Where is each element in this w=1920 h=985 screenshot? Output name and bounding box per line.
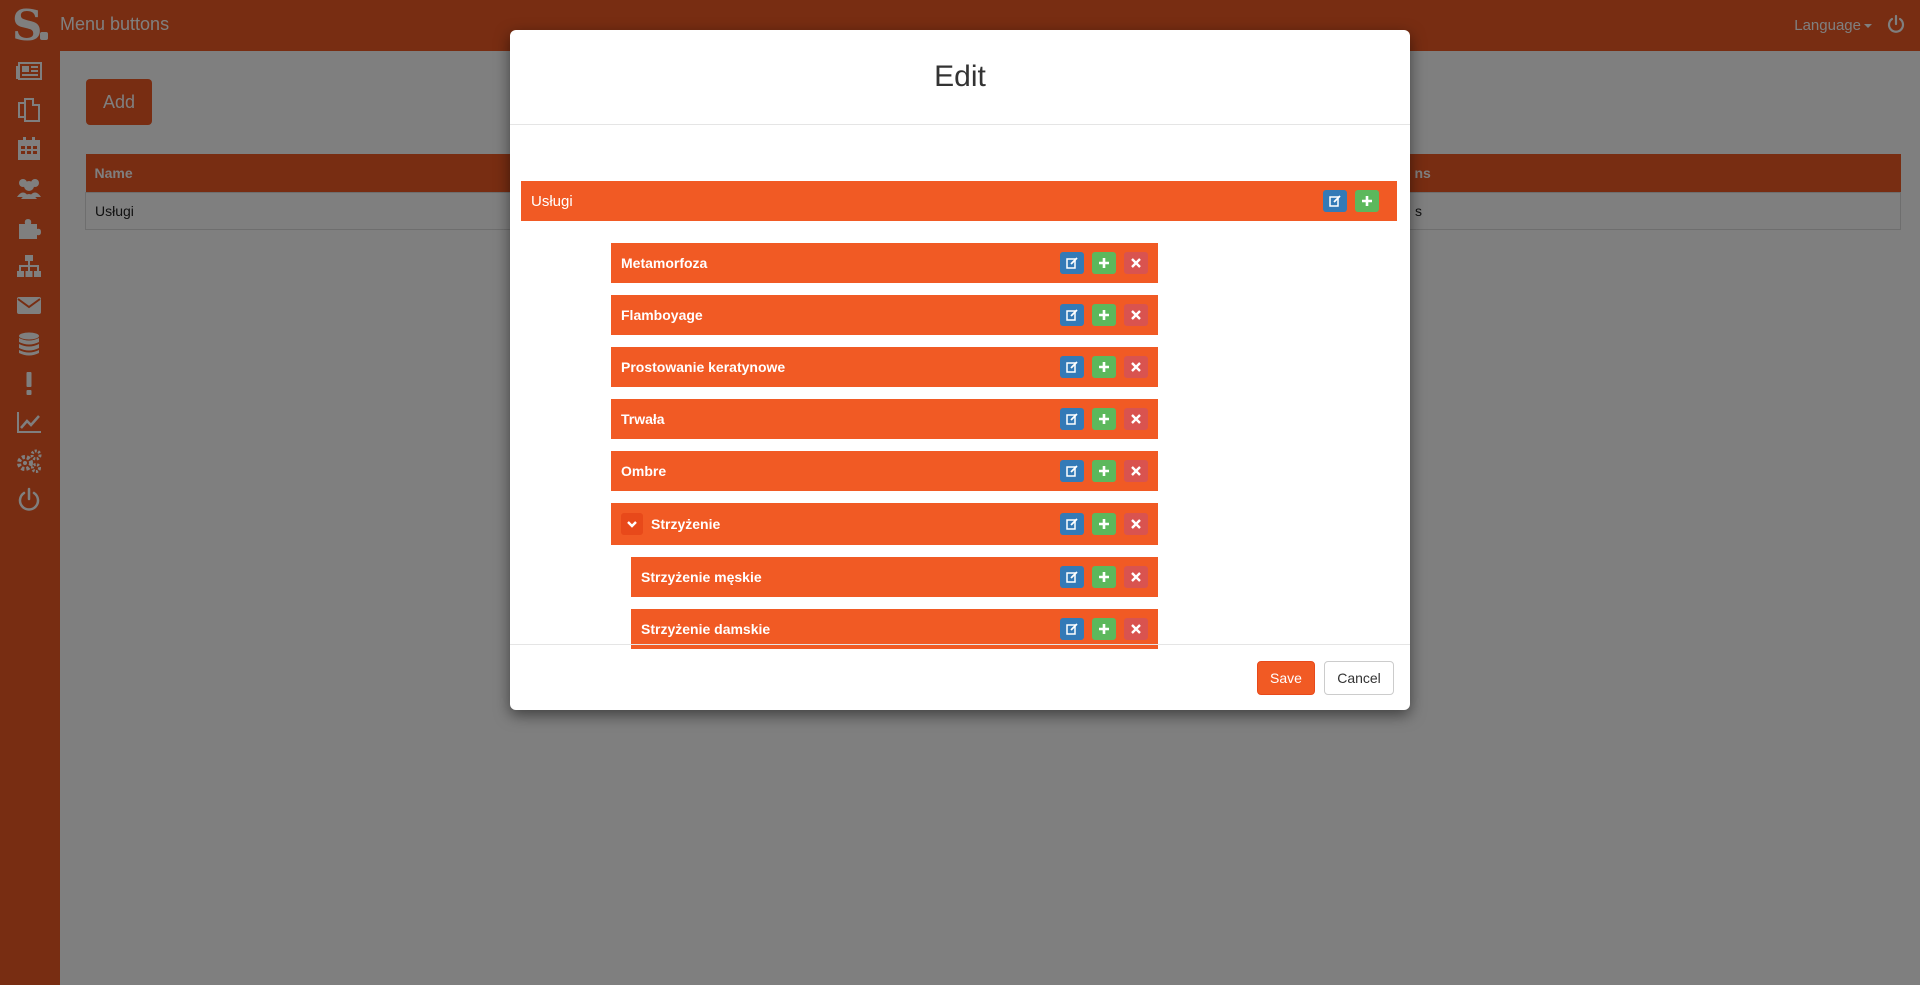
save-button[interactable]: Save: [1257, 661, 1315, 695]
edit-modal: Edit Usługi Metamorfoza Flamboyage Prost…: [510, 30, 1410, 710]
edit-icon[interactable]: [1323, 190, 1347, 212]
tree-node[interactable]: Metamorfoza: [611, 243, 1158, 283]
tree-node[interactable]: Prostowanie keratynowe: [611, 347, 1158, 387]
tree-node-child[interactable]: Strzyżenie damskie: [631, 609, 1158, 649]
close-icon[interactable]: [1124, 304, 1148, 326]
close-icon[interactable]: [1124, 408, 1148, 430]
close-icon[interactable]: [1124, 252, 1148, 274]
plus-icon[interactable]: [1355, 190, 1379, 212]
modal-footer: Save Cancel: [510, 644, 1410, 710]
plus-icon[interactable]: [1092, 408, 1116, 430]
chevron-down-icon[interactable]: [621, 513, 643, 535]
edit-icon[interactable]: [1060, 460, 1084, 482]
cancel-button[interactable]: Cancel: [1324, 661, 1394, 695]
close-icon[interactable]: [1124, 356, 1148, 378]
plus-icon[interactable]: [1092, 513, 1116, 535]
tree-node-root[interactable]: Usługi: [521, 181, 1397, 221]
close-icon[interactable]: [1124, 513, 1148, 535]
edit-icon[interactable]: [1060, 304, 1084, 326]
modal-header: Edit: [510, 30, 1410, 125]
edit-icon[interactable]: [1060, 618, 1084, 640]
plus-icon[interactable]: [1092, 618, 1116, 640]
tree-node-label: Usługi: [531, 192, 573, 210]
plus-icon[interactable]: [1092, 460, 1116, 482]
tree-node-child[interactable]: Strzyżenie męskie: [631, 557, 1158, 597]
close-icon[interactable]: [1124, 618, 1148, 640]
edit-icon[interactable]: [1060, 356, 1084, 378]
tree-node-expanded[interactable]: Strzyżenie: [611, 503, 1158, 545]
close-icon[interactable]: [1124, 460, 1148, 482]
edit-icon[interactable]: [1060, 566, 1084, 588]
plus-icon[interactable]: [1092, 356, 1116, 378]
plus-icon[interactable]: [1092, 566, 1116, 588]
tree-node[interactable]: Trwała: [611, 399, 1158, 439]
edit-icon[interactable]: [1060, 513, 1084, 535]
plus-icon[interactable]: [1092, 304, 1116, 326]
modal-body: Usługi Metamorfoza Flamboyage Prostowani…: [510, 126, 1410, 674]
tree-node[interactable]: Ombre: [611, 451, 1158, 491]
close-icon[interactable]: [1124, 566, 1148, 588]
tree-node[interactable]: Flamboyage: [611, 295, 1158, 335]
modal-title: Edit: [934, 60, 986, 93]
plus-icon[interactable]: [1092, 252, 1116, 274]
edit-icon[interactable]: [1060, 408, 1084, 430]
edit-icon[interactable]: [1060, 252, 1084, 274]
